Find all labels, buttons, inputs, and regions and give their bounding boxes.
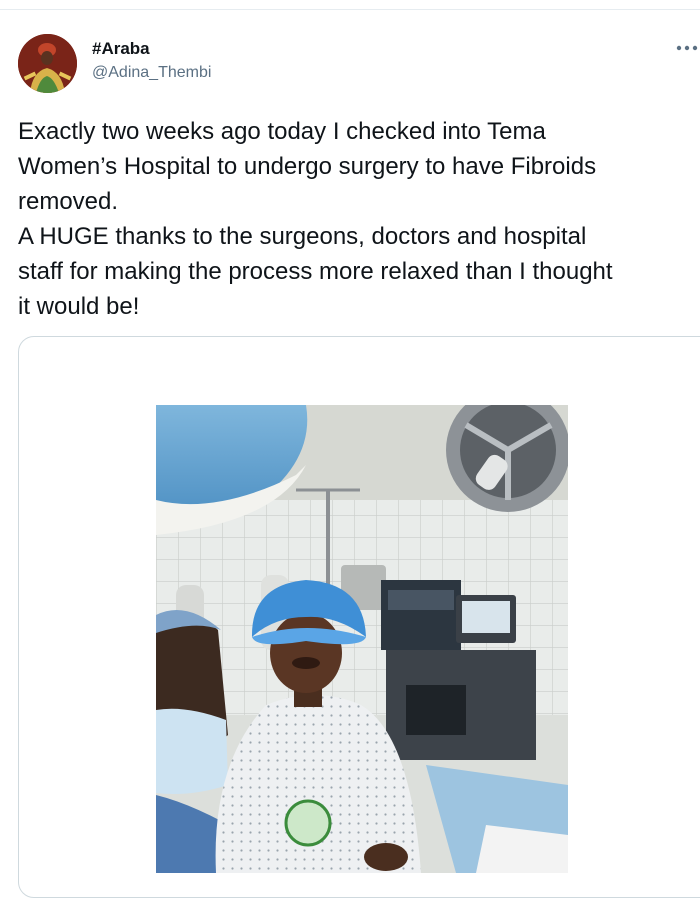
tweet-text-line: Exactly two weeks ago today I checked in… xyxy=(18,118,546,145)
tweet-text: Exactly two weeks ago today I checked in… xyxy=(18,114,690,324)
tweet-text-line: removed. xyxy=(18,188,119,215)
tweet-photo[interactable] xyxy=(156,405,568,873)
tweet-text-line: staff for making the process more relaxe… xyxy=(18,258,613,285)
avatar-image xyxy=(18,34,77,93)
media-card[interactable] xyxy=(18,336,700,898)
more-horizontal-icon[interactable] xyxy=(674,38,700,58)
display-name[interactable]: #Araba xyxy=(92,39,150,59)
tweet-text-line: Women’s Hospital to undergo surgery to h… xyxy=(18,153,597,180)
user-handle[interactable]: @Adina_Thembi xyxy=(92,63,211,83)
tweet-text-line: it would be! xyxy=(18,293,140,320)
tweet-text-line: A HUGE thanks to the surgeons, doctors a… xyxy=(18,223,587,250)
avatar[interactable] xyxy=(18,34,77,93)
